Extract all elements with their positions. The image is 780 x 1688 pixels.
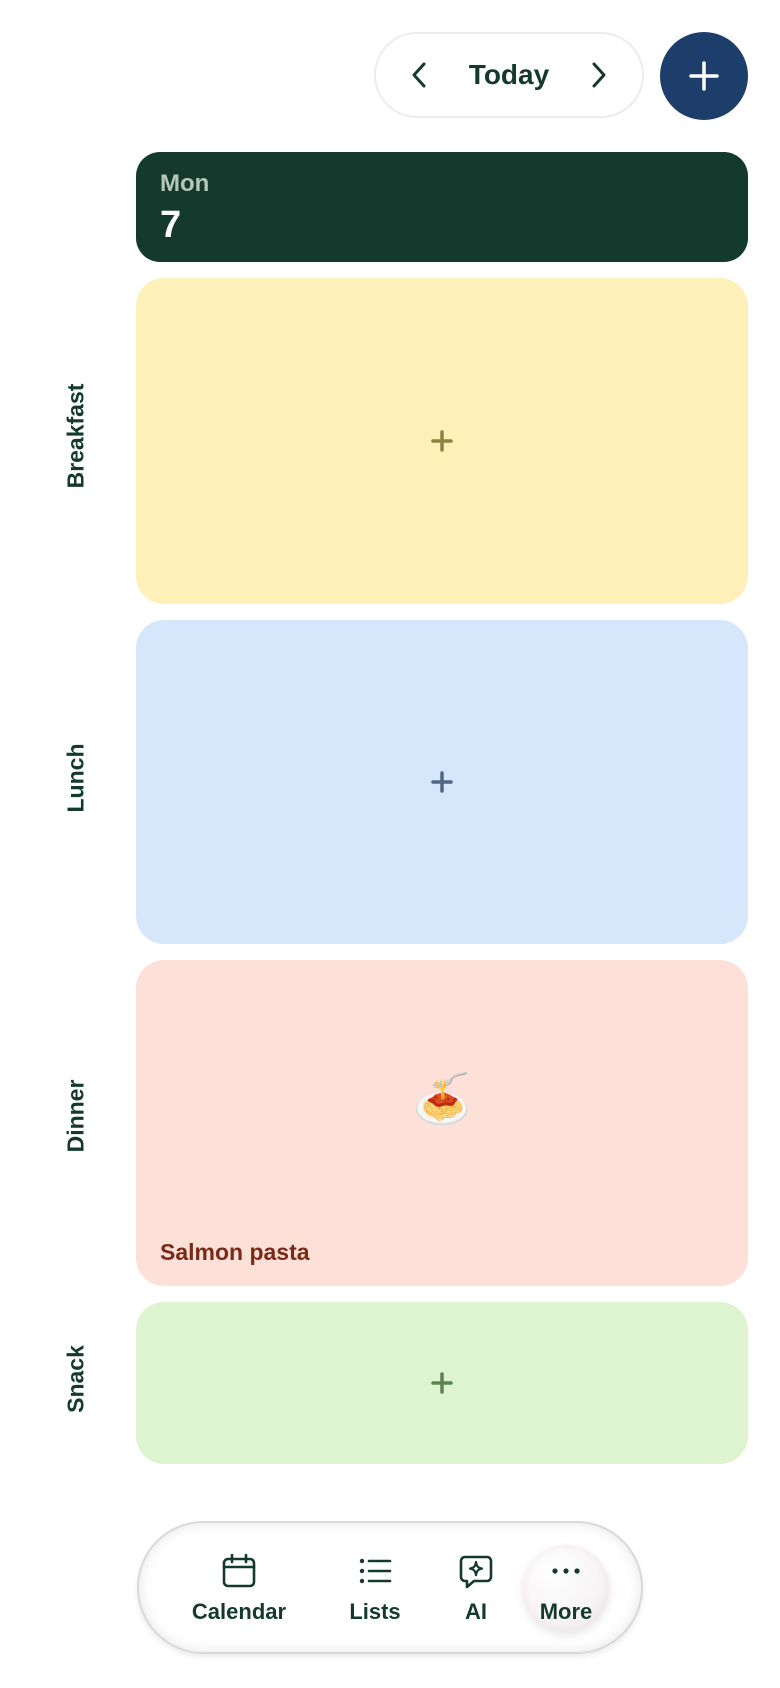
weekday-label: Mon [160,170,210,197]
add-meal-icon [431,771,453,793]
meal-slot-lunch[interactable] [136,620,748,944]
meal-slot-breakfast[interactable] [136,278,748,604]
meal-planner-screen: Today Mon 7 Breakfast Lunch Dinner 🍝 Sal… [0,0,780,1688]
ai-chat-icon [459,1555,493,1588]
nav-item-calendar[interactable]: Calendar [169,1523,309,1652]
nav-item-lists[interactable]: Lists [323,1523,427,1652]
today-label[interactable]: Today [469,59,549,91]
chevron-left-icon [412,62,426,88]
nav-item-ai[interactable]: AI [435,1523,517,1652]
day-header: Mon 7 [136,152,748,262]
bottom-navigation: Calendar Lists AI More [137,1521,643,1654]
plus-icon [689,61,719,91]
meal-slot-dinner[interactable]: 🍝 Salmon pasta [136,960,748,1286]
add-meal-icon [431,430,453,452]
meal-slot-snack[interactable] [136,1302,748,1464]
list-icon [359,1558,392,1583]
next-day-button[interactable] [584,60,614,90]
day-number: 7 [160,204,182,246]
meal-title: Salmon pasta [160,1239,310,1265]
calendar-icon [222,1553,256,1587]
date-navigator: Today [374,32,644,118]
add-meal-icon [431,1372,453,1394]
chevron-right-icon [592,62,606,88]
more-icon [552,1567,580,1574]
add-button[interactable] [660,32,748,120]
pasta-icon: 🍝 [412,1073,472,1126]
previous-day-button[interactable] [404,60,434,90]
nav-item-more[interactable]: More [523,1523,609,1652]
